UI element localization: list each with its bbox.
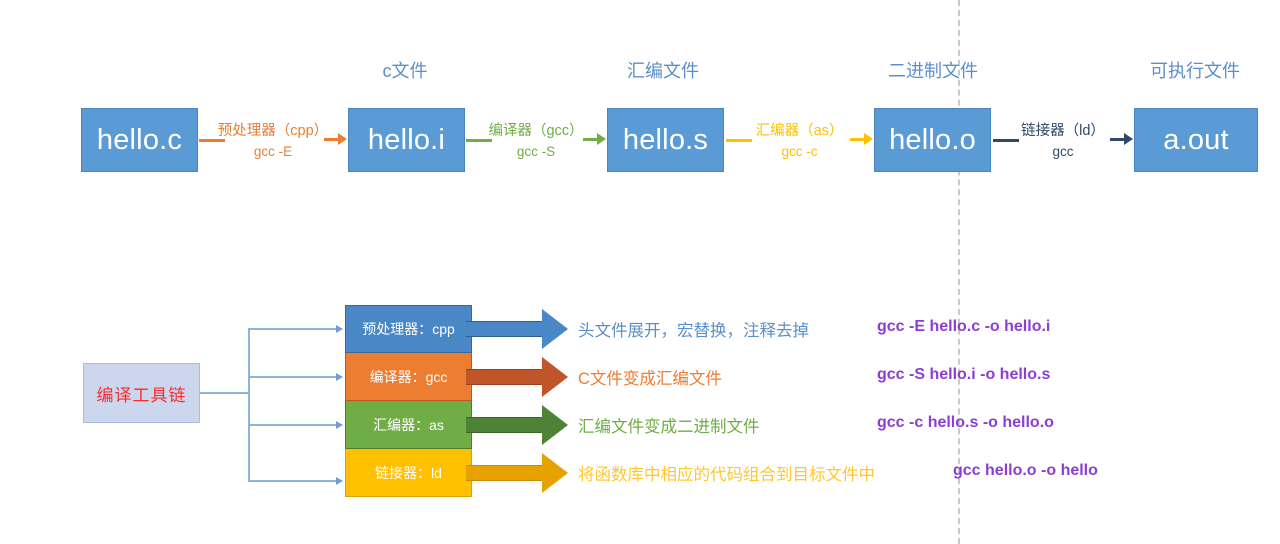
diagram-canvas: c文件 汇编文件 二进制文件 可执行文件 hello.c hello.i hel… [0,0,1280,544]
toolchain-item-gcc-label: 编译器：gcc [369,368,448,385]
tree-branch-assemble [248,424,338,426]
block-arrow-head-link-icon [542,453,568,493]
toolchain-item-ld[interactable]: 链接器：ld [345,449,472,497]
connector-cmd-link: gcc [1052,144,1074,159]
block-arrow-head-assemble-icon [542,405,568,445]
toolchain-item-gcc[interactable]: 编译器：gcc [345,353,472,401]
connector-tool-preprocess: 预处理器（cpp） [217,123,329,139]
connector-assemble: 汇编器（as） gcc -c [726,108,873,172]
command-assemble: gcc -c hello.s -o hello.o [877,414,1054,431]
toolchain-item-as-label: 汇编器：as [373,416,444,433]
stage-label-binary-file: 二进制文件 [888,61,978,81]
stage-label-executable-file: 可执行文件 [1150,61,1240,81]
file-box-a-out[interactable]: a.out [1134,108,1258,172]
tree-branch-link [248,480,338,482]
block-arrow-preprocess [466,309,568,349]
file-box-hello-i[interactable]: hello.i [348,108,465,172]
command-preprocess: gcc -E hello.c -o hello.i [877,318,1051,335]
tree-trunk [200,392,249,394]
connector-link: 链接器（ld） gcc [993,108,1133,172]
tree-arrow-preprocess-icon [336,324,343,333]
block-arrow-shaft-link [466,465,542,481]
block-arrow-compile [466,357,568,397]
command-compile: gcc -S hello.i -o hello.s [877,366,1051,383]
toolchain-root-label[interactable]: 编译工具链 [83,363,200,423]
command-link: gcc hello.o -o hello [953,462,1098,479]
block-arrow-head-compile-icon [542,357,568,397]
toolchain-item-as[interactable]: 汇编器：as [345,401,472,449]
description-link: 将函数库中相应的代码组合到目标文件中 [578,466,875,484]
connector-tool-link: 链接器（ld） [1021,123,1105,139]
tree-branch-preprocess [248,328,338,330]
description-preprocess: 头文件展开，宏替换，注释去掉 [578,322,809,340]
toolchain-stack: 预处理器：cpp 编译器：gcc 汇编器：as 链接器：ld [345,305,472,497]
block-arrow-link [466,453,568,493]
connector-preprocess: 预处理器（cpp） gcc -E [199,108,347,172]
connector-cmd-compile: gcc -S [516,144,556,159]
connector-tool-compile: 编译器（gcc） [488,123,584,139]
stage-label-c-file: c文件 [382,61,428,81]
toolchain-item-ld-label: 链接器：ld [375,464,442,481]
description-assemble: 汇编文件变成二进制文件 [578,418,760,436]
connector-cmd-preprocess: gcc -E [253,144,293,159]
tree-arrow-link-icon [336,476,343,485]
block-arrow-assemble [466,405,568,445]
file-box-hello-c[interactable]: hello.c [81,108,198,172]
block-arrow-head-preprocess-icon [542,309,568,349]
block-arrow-shaft-compile [466,369,542,385]
tree-spine [248,329,250,481]
tree-arrow-assemble-icon [336,420,343,429]
toolchain-item-cpp[interactable]: 预处理器：cpp [345,305,472,353]
file-box-hello-s[interactable]: hello.s [607,108,724,172]
connector-cmd-assemble: gcc -c [781,144,818,159]
block-arrow-shaft-preprocess [466,321,542,337]
file-box-hello-o[interactable]: hello.o [874,108,991,172]
block-arrow-shaft-assemble [466,417,542,433]
toolchain-item-cpp-label: 预处理器：cpp [362,321,455,337]
connector-tool-assemble: 汇编器（as） [755,123,844,139]
tree-branch-compile [248,376,338,378]
connector-compile: 编译器（gcc） gcc -S [466,108,606,172]
tree-arrow-compile-icon [336,372,343,381]
stage-label-assembly-file: 汇编文件 [627,61,699,81]
description-compile: C文件变成汇编文件 [578,370,722,388]
